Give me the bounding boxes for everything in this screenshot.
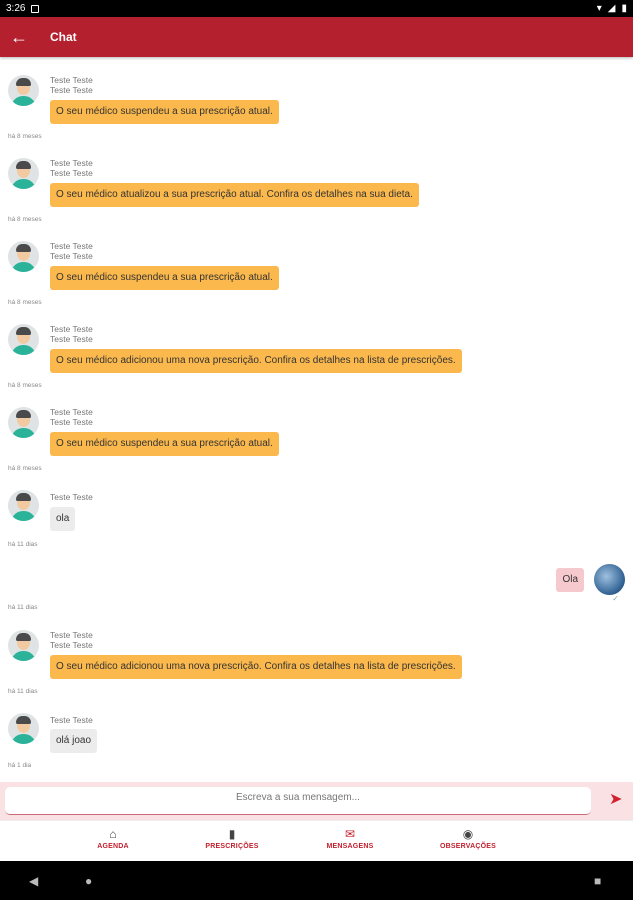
battery-icon: ▮	[621, 3, 627, 14]
bottom-nav: ⌂ AGENDA ▮ PRESCRIÇÕES ✉ MENSAGENS ◉ OBS…	[0, 820, 633, 862]
sender-name: Teste Teste	[50, 324, 93, 334]
avatar	[8, 630, 39, 661]
read-check-icon: ✓	[612, 594, 619, 603]
clipboard-icon: ▮	[228, 827, 236, 841]
sender-name: Teste Teste	[50, 85, 93, 95]
nav-item-mensagens[interactable]: ✉ MENSAGENS	[300, 827, 400, 850]
nav-item-label: AGENDA	[97, 843, 129, 850]
message-composer: Escreva a sua mensagem... ➤	[0, 782, 633, 820]
message-time: há 8 meses	[8, 299, 42, 306]
avatar	[8, 241, 39, 272]
nav-item-observacoes[interactable]: ◉ OBSERVAÇÕES	[418, 827, 518, 850]
message-bubble[interactable]: olá joao	[50, 729, 98, 753]
sender-name: Teste Teste	[50, 158, 93, 168]
avatar	[8, 158, 39, 189]
message-bubble[interactable]: O seu médico adicionou uma nova prescriç…	[50, 655, 462, 679]
message-time: há 11 dias	[8, 541, 38, 548]
mail-icon: ✉	[344, 827, 356, 841]
sender-name: Teste Teste	[50, 492, 93, 502]
message-time: há 8 meses	[8, 133, 42, 140]
message-bubble[interactable]: O seu médico adicionou uma nova prescriç…	[50, 349, 462, 373]
arrow-left-icon[interactable]: ←	[0, 27, 38, 48]
wifi-icon: ▾	[596, 3, 602, 14]
message-time: há 1 dia	[8, 762, 32, 769]
back-icon[interactable]: ◀	[29, 874, 38, 888]
home-icon: ⌂	[109, 827, 117, 841]
system-nav-bar: ◀ ● ■	[0, 861, 633, 900]
sender-name: Teste Teste	[50, 251, 93, 261]
message-time: há 11 dias	[8, 688, 38, 695]
status-time: 3:26	[6, 3, 26, 14]
signal-icon: ◢	[607, 3, 616, 14]
message-bubble[interactable]: ola	[50, 507, 76, 531]
message-bubble[interactable]: Ola	[556, 568, 584, 592]
message-time: há 8 meses	[8, 382, 42, 389]
avatar	[594, 564, 625, 595]
avatar	[8, 75, 39, 106]
status-bar: 3:26 ▾ ◢ ▮	[0, 0, 633, 17]
sender-name: Teste Teste	[50, 715, 93, 725]
message-bubble[interactable]: O seu médico suspendeu a sua prescrição …	[50, 266, 279, 290]
eye-icon: ◉	[462, 827, 474, 841]
nav-item-agenda[interactable]: ⌂ AGENDA	[63, 827, 163, 850]
send-icon[interactable]: ➤	[609, 792, 625, 808]
nav-item-label: MENSAGENS	[326, 843, 374, 850]
recents-icon[interactable]: ■	[594, 874, 601, 888]
sender-name: Teste Teste	[50, 407, 93, 417]
message-time: há 8 meses	[8, 216, 42, 223]
sender-name: Teste Teste	[50, 630, 93, 640]
sender-name: Teste Teste	[50, 334, 93, 344]
message-bubble[interactable]: O seu médico suspendeu a sua prescrição …	[50, 100, 279, 124]
sender-name: Teste Teste	[50, 241, 93, 251]
app-bar: ← Chat	[0, 17, 633, 57]
avatar	[8, 407, 39, 438]
nav-item-label: OBSERVAÇÕES	[439, 843, 496, 850]
avatar	[8, 324, 39, 355]
message-input[interactable]: Escreva a sua mensagem...	[5, 787, 591, 815]
sender-name: Teste Teste	[50, 168, 93, 178]
nav-item-prescricoes[interactable]: ▮ PRESCRIÇÕES	[182, 827, 282, 850]
home-button-icon[interactable]: ●	[85, 874, 92, 888]
avatar	[8, 713, 39, 744]
sender-name: Teste Teste	[50, 417, 93, 427]
avatar	[8, 490, 39, 521]
message-time: há 8 meses	[8, 465, 42, 472]
message-bubble[interactable]: O seu médico atualizou a sua prescrição …	[50, 183, 419, 207]
nav-item-label: PRESCRIÇÕES	[205, 843, 259, 850]
page-title: Chat	[50, 30, 77, 44]
notification-icon	[31, 4, 40, 13]
sender-name: Teste Teste	[50, 75, 93, 85]
chat-list[interactable]: Teste Teste Teste Teste O seu médico sus…	[0, 57, 633, 782]
message-bubble[interactable]: O seu médico suspendeu a sua prescrição …	[50, 432, 279, 456]
sender-name: Teste Teste	[50, 640, 93, 650]
message-time: há 11 dias	[8, 604, 38, 611]
